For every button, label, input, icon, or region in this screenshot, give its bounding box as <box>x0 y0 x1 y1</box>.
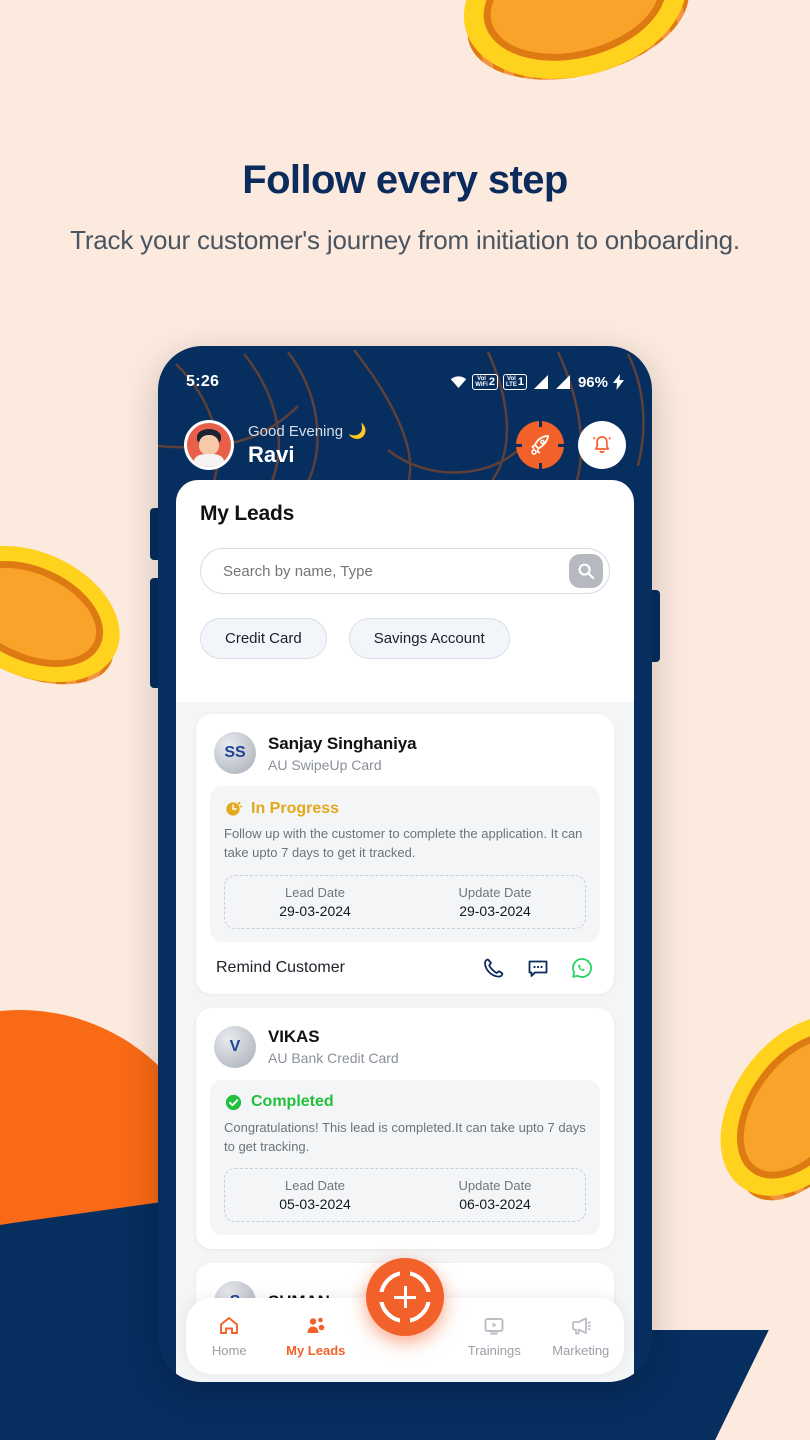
vowifi-sim-slot: 2 <box>488 375 495 388</box>
update-date-label: Update Date <box>458 1178 532 1194</box>
signal-bars-icon-2 <box>555 375 570 389</box>
greeting-text: Good Evening <box>248 422 344 440</box>
lead-status-box: Completed Congratulations! This lead is … <box>210 1079 600 1236</box>
promo-text-block: Follow every step Track your customer's … <box>0 158 810 259</box>
add-lead-fab[interactable] <box>366 1258 444 1336</box>
update-date-column: Update Date 29-03-2024 <box>405 885 585 919</box>
coin-decoration-left <box>0 519 142 709</box>
leads-people-icon <box>307 1317 325 1333</box>
lead-product: AU Bank Credit Card <box>268 1050 399 1067</box>
status-label: Completed <box>251 1093 334 1111</box>
search-button[interactable] <box>569 554 603 588</box>
lead-avatar-initials: SS <box>214 732 256 774</box>
lead-name: Sanjay Singhaniya <box>268 733 417 753</box>
app-screen: My Leads Credit Card Savings Account SS … <box>176 480 634 1382</box>
lead-dates: Lead Date 05-03-2024 Update Date 06-03-2… <box>224 1168 586 1223</box>
nav-label-home: Home <box>211 1343 247 1358</box>
avatar[interactable] <box>184 420 234 470</box>
update-date-value: 06-03-2024 <box>459 1196 531 1213</box>
page-title: My Leads <box>200 502 295 525</box>
nav-label-marketing: Marketing <box>552 1343 610 1358</box>
nav-item-trainings[interactable]: Trainings <box>451 1314 538 1358</box>
lead-date-value: 29-03-2024 <box>279 902 351 919</box>
search-icon <box>578 563 595 580</box>
update-date-column: Update Date 06-03-2024 <box>405 1178 585 1212</box>
clock-icon <box>226 802 243 816</box>
lead-status-box: In Progress Follow up with the customer … <box>210 786 600 942</box>
search-bar[interactable] <box>200 548 610 594</box>
filter-chip-savings-account[interactable]: Savings Account <box>348 618 510 659</box>
moon-icon: 🌙 <box>348 423 367 440</box>
lead-header: V VIKAS AU Bank Credit Card <box>210 1022 600 1080</box>
nav-item-marketing[interactable]: Marketing <box>538 1314 625 1358</box>
remind-customer-label: Remind Customer <box>216 958 345 976</box>
phone-icon[interactable] <box>482 956 506 980</box>
volte-indicator: VoI LTE 1 <box>502 374 527 390</box>
lead-date-column: Lead Date 05-03-2024 <box>225 1178 405 1212</box>
nav-item-my-leads[interactable]: My Leads <box>273 1314 360 1358</box>
lead-product: AU SwipeUp Card <box>268 756 382 773</box>
lead-date-label: Lead Date <box>285 1178 345 1194</box>
bell-icon <box>592 436 612 454</box>
promo-subheadline: Track your customer's journey from initi… <box>70 225 740 255</box>
user-name: Ravi <box>248 442 295 467</box>
vowifi-indicator: VoI WiFi 2 <box>472 374 498 390</box>
check-circle-icon <box>225 1094 242 1110</box>
search-input[interactable] <box>223 562 569 580</box>
update-date-value: 29-03-2024 <box>459 902 531 919</box>
nav-label-trainings: Trainings <box>467 1343 521 1358</box>
status-description: Follow up with the customer to complete … <box>224 826 583 860</box>
filter-chip-credit-card[interactable]: Credit Card <box>200 618 327 659</box>
status-row: In Progress <box>224 799 586 818</box>
video-play-icon <box>484 1318 504 1335</box>
greeting-header: Good Evening 🌙 Ravi <box>158 408 652 482</box>
wifi-icon <box>451 376 467 388</box>
phone-mockup: 5:26 VoI WiFi 2 VoI LTE 1 96% Good Eveni… <box>158 346 652 1382</box>
signal-bars-icon <box>533 375 548 389</box>
nav-item-home[interactable]: Home <box>186 1314 273 1358</box>
status-description: Congratulations! This lead is completed.… <box>224 1119 586 1154</box>
rocket-button[interactable] <box>516 421 564 469</box>
vowifi-bottom-label: WiFi <box>475 382 488 388</box>
volte-sim-slot: 1 <box>517 375 524 388</box>
lead-date-column: Lead Date 29-03-2024 <box>225 885 405 919</box>
status-time: 5:26 <box>186 373 220 390</box>
greeting-row: Good Evening 🌙 <box>248 422 367 441</box>
battery-percent: 96% <box>577 373 608 391</box>
megaphone-icon <box>571 1317 591 1335</box>
remind-customer-row: Remind Customer <box>210 942 600 994</box>
nav-label-my-leads: My Leads <box>286 1343 346 1358</box>
charging-bolt-icon <box>613 374 624 390</box>
sms-icon[interactable] <box>526 956 550 980</box>
status-row: Completed <box>224 1093 586 1112</box>
update-date-label: Update Date <box>458 884 532 900</box>
coin-decoration-right <box>687 986 810 1226</box>
lead-name: VIKAS <box>268 1027 320 1047</box>
status-bar: 5:26 VoI WiFi 2 VoI LTE 1 96% <box>158 366 652 398</box>
filter-chips: Credit Card Savings Account <box>176 594 634 659</box>
lead-header: SS Sanjay Singhaniya AU SwipeUp Card <box>210 728 600 786</box>
lead-date-label: Lead Date <box>285 884 345 900</box>
lead-date-value: 05-03-2024 <box>279 1196 351 1213</box>
notifications-button[interactable] <box>578 421 626 469</box>
whatsapp-icon[interactable] <box>570 956 594 980</box>
lead-card-vikas[interactable]: V VIKAS AU Bank Credit Card Completed Co… <box>196 1007 614 1250</box>
add-target-icon <box>377 1269 433 1325</box>
lead-avatar-initials: V <box>214 1025 256 1068</box>
rocket-icon <box>531 435 549 455</box>
coin-decoration-top <box>447 0 703 102</box>
lead-dates: Lead Date 29-03-2024 Update Date 29-03-2… <box>224 874 586 929</box>
volte-bottom-label: LTE <box>505 382 517 388</box>
status-label: In Progress <box>251 799 340 817</box>
home-icon <box>220 1317 239 1334</box>
lead-card-sanjay[interactable]: SS Sanjay Singhaniya AU SwipeUp Card In … <box>196 714 614 994</box>
promo-headline: Follow every step <box>242 158 568 202</box>
